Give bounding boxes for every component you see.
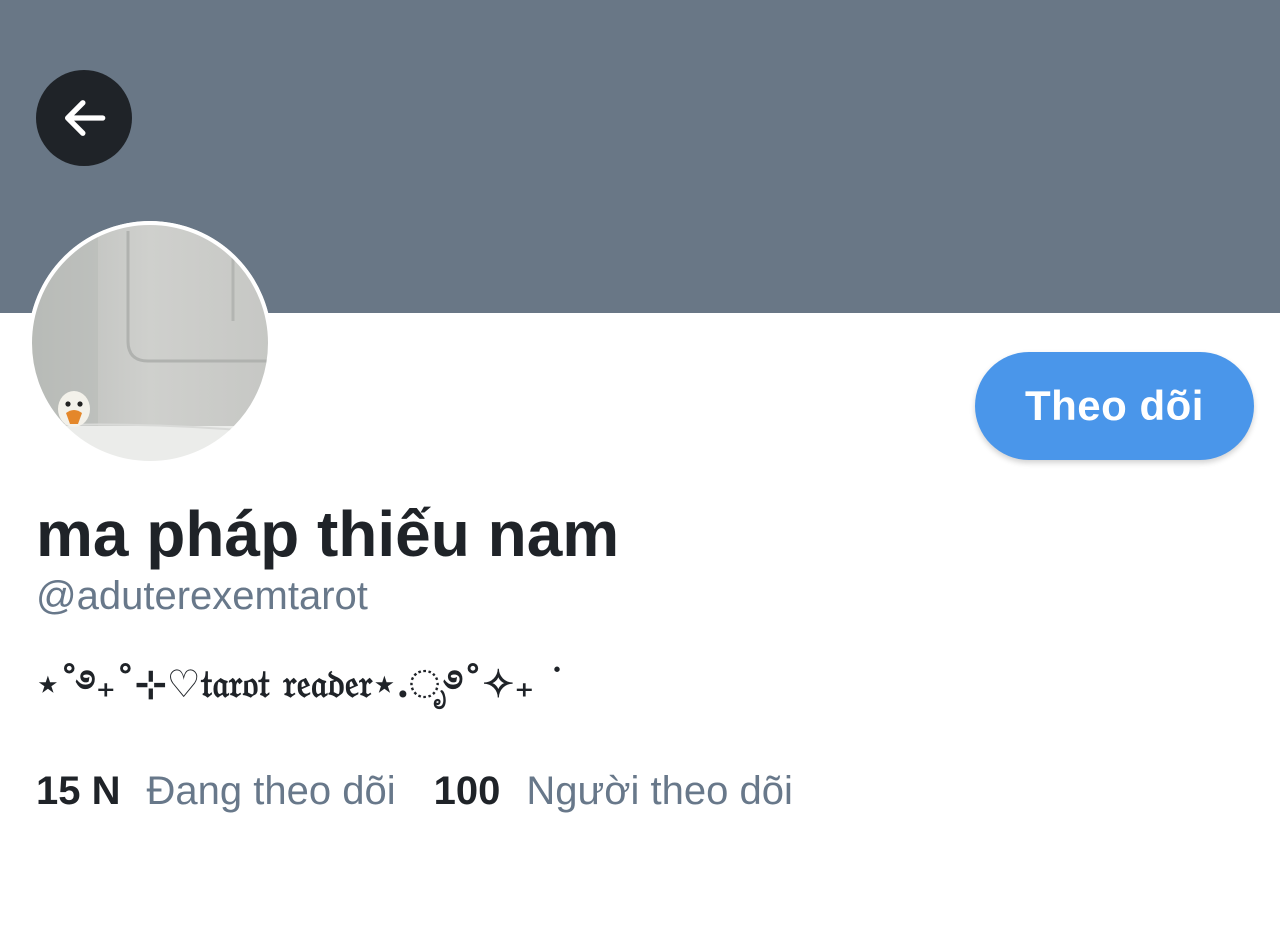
- display-name: ma pháp thiếu nam: [36, 498, 620, 570]
- profile-stats: 15 N Đang theo dõi 100 Người theo dõi: [36, 766, 793, 816]
- followers-stat[interactable]: 100 Người theo dõi: [434, 766, 793, 816]
- following-label: Đang theo dõi: [146, 769, 396, 813]
- profile-bio: ⋆˚࿔₊˚⊹♡𝔱𝔞𝔯𝔬𝔱 𝔯𝔢𝔞𝔡𝔢𝔯⋆.ೃ࿔˚✧₊ ˙: [36, 661, 567, 706]
- profile-page: Theo dõi ma pháp thiếu nam @aduterexemta…: [0, 0, 1280, 930]
- follow-button[interactable]: Theo dõi: [975, 352, 1254, 460]
- following-stat[interactable]: 15 N Đang theo dõi: [36, 766, 396, 816]
- arrow-left-icon: [64, 100, 106, 136]
- followers-count: 100: [433, 769, 501, 813]
- avatar[interactable]: [28, 221, 272, 465]
- user-handle: @aduterexemtarot: [36, 574, 368, 618]
- followers-label: Người theo dõi: [526, 769, 793, 813]
- following-count: 15 N: [36, 769, 121, 813]
- back-button[interactable]: [36, 70, 132, 166]
- avatar-photo: [28, 221, 272, 465]
